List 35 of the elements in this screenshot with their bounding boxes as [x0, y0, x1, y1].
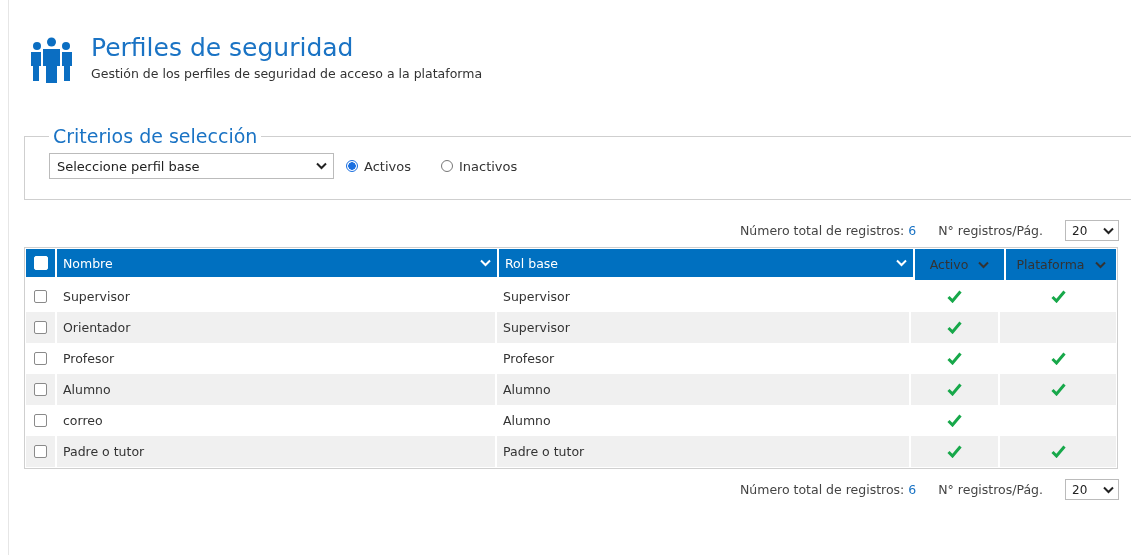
caret-icon	[316, 162, 327, 170]
page-subtitle: Gestión de los perfiles de seguridad de acceso a la plataforma	[91, 66, 483, 81]
caret-icon	[896, 259, 907, 267]
table-cell: Orientador	[55, 312, 495, 343]
table-cell: Alumno	[55, 374, 495, 405]
caret-icon	[1103, 485, 1114, 494]
caret-icon	[480, 259, 491, 267]
people-icon	[30, 37, 73, 83]
profile-dropdown[interactable]: Seleccione perfil base	[49, 153, 334, 179]
table-cell: Padre o tutor	[55, 436, 495, 467]
total-records-label: Número total de registros: 6	[739, 223, 917, 238]
column-header[interactable]: Rol base	[499, 249, 913, 277]
caret-icon	[1103, 226, 1114, 235]
records-per-page-label: N° registros/Pág.	[938, 482, 1043, 497]
column-header[interactable]: Nombre	[57, 249, 497, 277]
records-per-page-label: N° registros/Pág.	[938, 223, 1043, 238]
row-checkbox[interactable]	[34, 445, 47, 458]
caret-icon	[1094, 260, 1106, 269]
table-cell: Supervisor	[495, 312, 909, 343]
row-checkbox[interactable]	[34, 414, 47, 427]
status-radio[interactable]: Activos	[346, 158, 411, 174]
page-size-dropdown[interactable]: 20	[1065, 479, 1119, 500]
row-checkbox[interactable]	[34, 352, 47, 365]
section-legend: Criterios de selección	[49, 125, 262, 147]
row-checkbox[interactable]	[34, 321, 47, 334]
row-checkbox[interactable]	[34, 383, 47, 396]
total-records-label: Número total de registros: 6	[739, 482, 917, 497]
table-cell: Padre o tutor	[495, 436, 909, 467]
select-all-checkbox[interactable]	[33, 256, 48, 270]
table-cell: Alumno	[495, 374, 909, 405]
row-checkbox[interactable]	[34, 290, 47, 303]
page-title: Perfiles de seguridad	[91, 33, 355, 63]
caret-icon	[978, 260, 990, 269]
status-radio[interactable]: Inactivos	[440, 158, 518, 174]
page-size-dropdown[interactable]: 20	[1065, 220, 1119, 241]
